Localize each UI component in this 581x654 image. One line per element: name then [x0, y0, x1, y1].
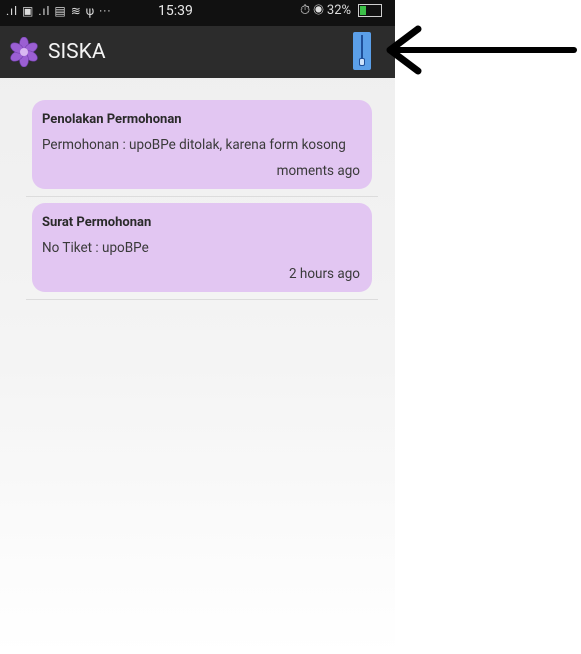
- app-bar: SISKA: [0, 26, 395, 78]
- zipper-pull: [359, 58, 365, 66]
- notification-card[interactable]: Surat Permohonan No Tiket : upoBPe 2 hou…: [32, 203, 372, 292]
- notification-time: 2 hours ago: [288, 266, 360, 282]
- status-icons-left: .ıl ▣ .ıl ▤ ≋ ψ ···: [6, 4, 112, 18]
- battery-percent: 32%: [326, 3, 352, 18]
- notification-card[interactable]: Penolakan Permohonan Permohonan : upoBPe…: [32, 100, 372, 189]
- battery-fill: [360, 6, 367, 16]
- notification-body: No Tiket : upoBPe: [42, 240, 149, 256]
- phone-screen: .ıl ▣ .ıl ▤ ≋ ψ ··· 15:39 ⏱ ◉ 32% SISKA: [0, 0, 395, 654]
- divider: [26, 299, 378, 300]
- notification-title: Surat Permohonan: [42, 215, 152, 230]
- notification-body: Permohonan : upoBPe ditolak, karena form…: [42, 137, 346, 153]
- app-title: SISKA: [48, 40, 106, 64]
- status-bar: .ıl ▣ .ıl ▤ ≋ ψ ··· 15:39 ⏱ ◉ 32%: [0, 0, 395, 26]
- status-time: 15:39: [158, 3, 193, 19]
- notification-time: moments ago: [276, 163, 360, 179]
- status-icons-right: ⏱ ◉ 32%: [300, 3, 383, 18]
- notification-title: Penolakan Permohonan: [42, 112, 182, 127]
- zipper-icon[interactable]: [353, 32, 371, 70]
- notification-list: Penolakan Permohonan Permohonan : upoBPe…: [26, 100, 378, 306]
- status-indicator-icons: ⏱ ◉: [300, 3, 324, 18]
- battery-icon: [358, 4, 383, 18]
- divider: [26, 196, 378, 197]
- arrow-left-icon: [386, 25, 577, 75]
- flower-logo-icon: [10, 37, 38, 67]
